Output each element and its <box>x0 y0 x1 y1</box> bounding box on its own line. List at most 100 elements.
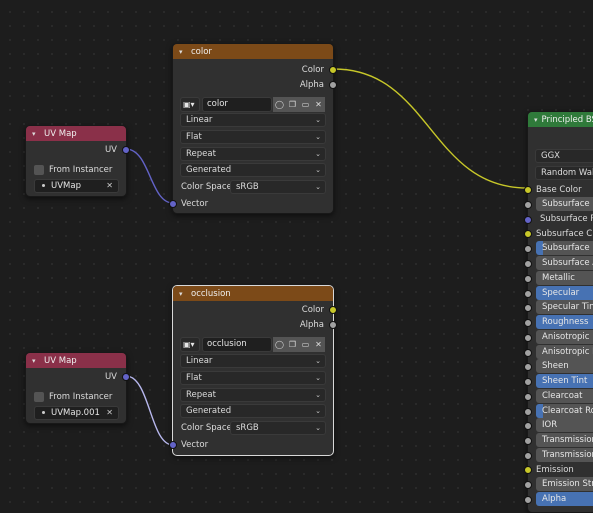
image-selector[interactable]: ▣▾ color ◯ ❐ ▭ ✕ <box>180 97 326 112</box>
image-selector[interactable]: ▣▾ occlusion ◯ ❐ ▭ ✕ <box>180 337 326 352</box>
fake-user-shield-icon[interactable]: ◯ <box>273 337 286 352</box>
link-uv2-to-vector <box>125 375 174 446</box>
unlink-icon[interactable]: ✕ <box>312 337 325 352</box>
uvmap-node-title: UV Map <box>44 128 77 139</box>
bsdf-node-header[interactable]: ▾ Principled BSDF <box>528 112 593 127</box>
subsurface-anisotropy-socket[interactable] <box>524 260 532 268</box>
specular-tint-field[interactable]: Specular Tint <box>536 300 593 314</box>
image-texture-node-color[interactable]: ▾ color Color Alpha ▣▾ color ◯ ❐ ▭ ✕ Lin… <box>169 43 337 214</box>
texture-node-header[interactable]: ▾ color <box>173 44 333 59</box>
collapse-chevron-icon[interactable]: ▾ <box>179 290 187 298</box>
uvmap-node-title: UV Map <box>44 355 77 366</box>
emission-strength-socket[interactable] <box>524 481 532 489</box>
fake-user-shield-icon[interactable]: ◯ <box>273 97 286 112</box>
metallic-field[interactable]: Metallic <box>536 271 593 285</box>
image-browse-icon[interactable]: ▣▾ <box>180 97 200 112</box>
collapse-chevron-icon[interactable]: ▾ <box>32 357 40 365</box>
open-folder-icon[interactable]: ▭ <box>299 97 312 112</box>
uvmap-node-1[interactable]: ▾ UV Map UV From Instancer UVMap ✕ <box>25 125 130 197</box>
specular-socket[interactable] <box>524 290 532 298</box>
subsurface-ior-socket[interactable] <box>524 245 532 253</box>
uvmap-node-header[interactable]: ▾ UV Map <box>26 126 126 141</box>
sheen-tint-socket[interactable] <box>524 378 532 386</box>
anisotropic-field[interactable]: Anisotropic <box>536 330 593 344</box>
specular-tint-socket[interactable] <box>524 304 532 312</box>
extension-dropdown[interactable]: Repeat ⌄ <box>180 147 326 161</box>
open-folder-icon[interactable]: ▭ <box>299 337 312 352</box>
transmission-roughness-field[interactable]: Transmission <box>536 448 593 462</box>
uv-output-socket[interactable] <box>122 373 130 381</box>
collapse-chevron-icon[interactable]: ▾ <box>32 130 40 138</box>
subsurface-socket[interactable] <box>524 201 532 209</box>
base-color-socket[interactable] <box>524 186 532 194</box>
clear-icon[interactable]: ✕ <box>106 180 113 192</box>
emission-socket[interactable] <box>524 466 532 474</box>
principled-bsdf-node[interactable]: ▾ Principled BSDF GGX Random Walk Base C… <box>524 111 593 513</box>
collapse-chevron-icon[interactable]: ▾ <box>179 48 187 56</box>
color-space-dropdown[interactable]: sRGB ⌄ <box>230 421 326 435</box>
clearcoat-roughness-socket[interactable] <box>524 408 532 416</box>
ior-field[interactable]: IOR <box>536 418 593 432</box>
subsurface-ior-field[interactable]: Subsurface IO <box>536 241 593 255</box>
interpolation-dropdown[interactable]: Linear ⌄ <box>180 113 326 127</box>
color-output-socket[interactable] <box>329 306 337 314</box>
image-texture-node-occlusion[interactable]: ▾ occlusion Color Alpha ▣▾ occlusion ◯ ❐… <box>169 285 337 456</box>
sheen-socket[interactable] <box>524 363 532 371</box>
ior-socket[interactable] <box>524 422 532 430</box>
projection-dropdown[interactable]: Flat ⌄ <box>180 130 326 144</box>
uvmap-node-header[interactable]: ▾ UV Map <box>26 353 126 368</box>
link-color-to-basecolor <box>333 68 528 189</box>
uvmap-node-2[interactable]: ▾ UV Map UV From Instancer UVMap.001 ✕ <box>25 352 130 424</box>
transmission-field[interactable]: Transmission <box>536 433 593 447</box>
from-instancer-checkbox[interactable] <box>34 392 44 402</box>
sheen-field[interactable]: Sheen <box>536 359 593 373</box>
roughness-field[interactable]: Roughness <box>536 315 593 329</box>
transmission-socket[interactable] <box>524 437 532 445</box>
interpolation-dropdown[interactable]: Linear ⌄ <box>180 354 326 368</box>
alpha-field[interactable]: Alpha <box>536 492 593 506</box>
distribution-dropdown[interactable]: GGX <box>535 149 593 163</box>
color-space-dropdown[interactable]: sRGB ⌄ <box>230 180 326 194</box>
alpha-socket[interactable] <box>524 496 532 504</box>
projection-dropdown[interactable]: Flat ⌄ <box>180 371 326 385</box>
vector-input-socket[interactable] <box>169 200 177 208</box>
texture-node-header[interactable]: ▾ occlusion <box>173 286 333 301</box>
alpha-output-label: Alpha <box>299 320 324 330</box>
source-dropdown[interactable]: Generated ⌄ <box>180 404 326 418</box>
alpha-output-socket[interactable] <box>329 81 337 89</box>
uvmap-name-field[interactable]: UVMap ✕ <box>34 179 119 193</box>
image-name-field[interactable]: occlusion <box>202 337 272 352</box>
anisotropic-socket[interactable] <box>524 334 532 342</box>
image-browse-icon[interactable]: ▣▾ <box>180 337 200 352</box>
color-output-socket[interactable] <box>329 66 337 74</box>
subsurface-anisotropy-field[interactable]: Subsurface An <box>536 256 593 270</box>
subsurface-radius-socket[interactable] <box>524 216 532 224</box>
clearcoat-roughness-field[interactable]: Clearcoat Rou <box>536 404 593 418</box>
roughness-socket[interactable] <box>524 319 532 327</box>
emission-strength-field[interactable]: Emission Stre <box>536 477 593 491</box>
uvmap-name-field[interactable]: UVMap.001 ✕ <box>34 406 119 420</box>
sheen-tint-field[interactable]: Sheen Tint <box>536 374 593 388</box>
anisotropic-rotation-socket[interactable] <box>524 349 532 357</box>
transmission-roughness-socket[interactable] <box>524 452 532 460</box>
collapse-chevron-icon[interactable]: ▾ <box>534 116 538 124</box>
alpha-output-socket[interactable] <box>329 321 337 329</box>
metallic-socket[interactable] <box>524 275 532 283</box>
subsurface-field[interactable]: Subsurface <box>536 197 593 211</box>
image-name-field[interactable]: color <box>202 97 272 112</box>
uv-output-socket[interactable] <box>122 146 130 154</box>
specular-field[interactable]: Specular <box>536 286 593 300</box>
anisotropic-rotation-field[interactable]: Anisotropic Ro <box>536 345 593 359</box>
vector-input-socket[interactable] <box>169 441 177 449</box>
duplicate-icon[interactable]: ❐ <box>286 97 299 112</box>
extension-dropdown[interactable]: Repeat ⌄ <box>180 388 326 402</box>
subsurface-method-dropdown[interactable]: Random Walk <box>535 166 593 180</box>
clearcoat-field[interactable]: Clearcoat <box>536 389 593 403</box>
clearcoat-socket[interactable] <box>524 393 532 401</box>
clear-icon[interactable]: ✕ <box>106 407 113 419</box>
duplicate-icon[interactable]: ❐ <box>286 337 299 352</box>
subsurface-color-socket[interactable] <box>524 230 532 238</box>
from-instancer-checkbox[interactable] <box>34 165 44 175</box>
unlink-icon[interactable]: ✕ <box>312 97 325 112</box>
source-dropdown[interactable]: Generated ⌄ <box>180 163 326 177</box>
